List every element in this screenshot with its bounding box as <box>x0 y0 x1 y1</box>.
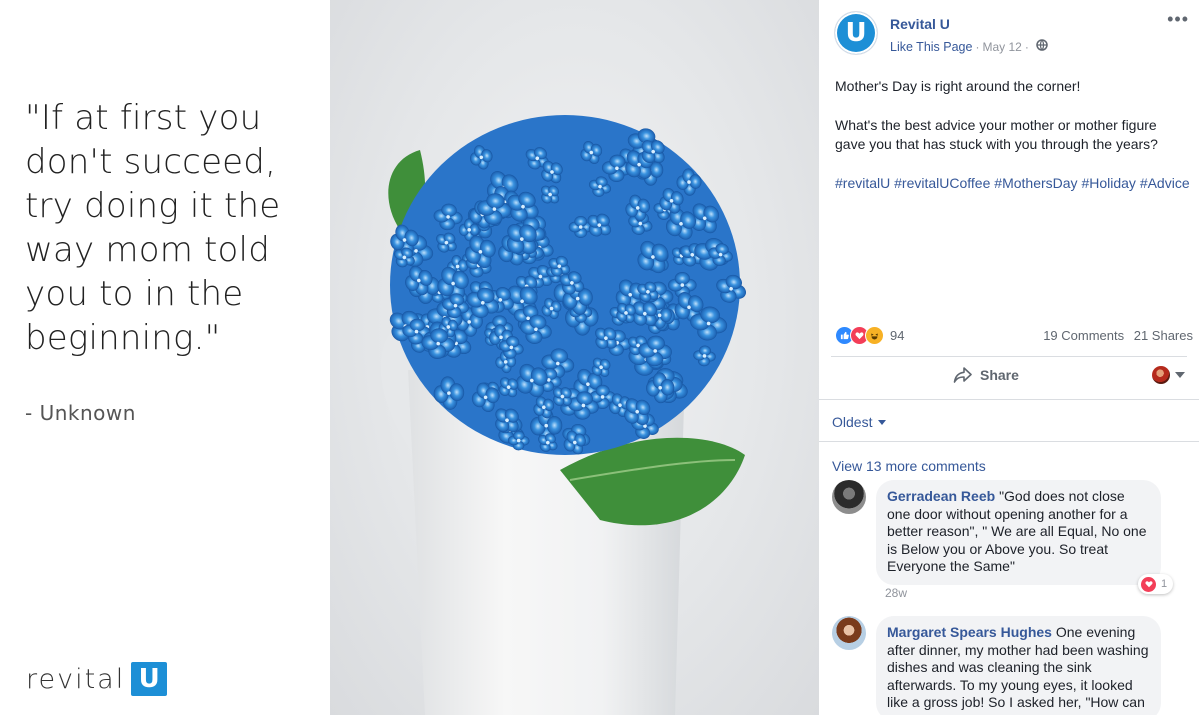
post-panel: U Revital U Like This Page · May 12 · ••… <box>819 0 1199 715</box>
post-photo[interactable] <box>330 0 819 715</box>
post-date[interactable]: May 12 <box>982 40 1021 54</box>
comment: Gerradean Reeb "God does not close one d… <box>832 480 1174 600</box>
reactions-row: 94 19 Comments 21 Shares <box>835 324 1193 346</box>
share-label: Share <box>980 367 1019 383</box>
divider <box>831 356 1187 357</box>
engagement-counts: 19 Comments 21 Shares <box>1037 328 1193 343</box>
reaction-icons[interactable] <box>835 325 884 345</box>
hydrangea-photo <box>380 115 746 715</box>
comment-bubble: Gerradean Reeb "God does not close one d… <box>876 480 1161 585</box>
hashtag-link[interactable]: #Advice <box>1140 175 1190 191</box>
comment-bubble: Margaret Spears Hughes One evening after… <box>876 616 1161 715</box>
like-page-link[interactable]: Like This Page <box>890 40 972 54</box>
haha-reaction-icon <box>865 325 884 345</box>
share-arrow-icon <box>953 367 972 383</box>
post-header: U Revital U Like This Page · May 12 · <box>835 12 1048 54</box>
quote-text: "If at first you don't succeed, try doin… <box>25 98 281 358</box>
chevron-down-icon <box>1175 372 1185 378</box>
post-meta: Like This Page · May 12 · <box>890 39 1048 54</box>
meta-separator: · <box>975 39 980 54</box>
comment-reaction-count: 1 <box>1161 578 1168 590</box>
avatar[interactable] <box>832 616 866 650</box>
page-name-link[interactable]: Revital U <box>890 16 1048 32</box>
brand-wordmark: revital <box>26 663 126 695</box>
reactor-select[interactable] <box>1152 366 1185 384</box>
hashtag-link[interactable]: #Holiday <box>1081 175 1135 191</box>
brand-logo: revital U <box>26 662 168 696</box>
sort-label: Oldest <box>832 414 873 430</box>
divider <box>819 441 1199 442</box>
quote-author: - Unknown <box>25 401 136 425</box>
header-text: Revital U Like This Page · May 12 · <box>890 12 1048 54</box>
comment-timestamp[interactable]: 28w <box>885 586 907 600</box>
share-button[interactable]: Share <box>953 366 1019 384</box>
comment-author-link[interactable]: Gerradean Reeb <box>887 488 995 504</box>
page-avatar[interactable]: U <box>835 12 877 54</box>
avatar[interactable] <box>832 480 866 514</box>
view-more-comments-link[interactable]: View 13 more comments <box>832 458 986 474</box>
chevron-down-icon <box>878 419 887 425</box>
comment-author-link[interactable]: Margaret Spears Hughes <box>887 624 1052 640</box>
reaction-count[interactable]: 94 <box>890 328 904 343</box>
avatar <box>1152 366 1170 384</box>
comment-reaction-badge[interactable]: 1 <box>1138 574 1174 594</box>
ellipsis-icon[interactable]: ••• <box>1167 9 1189 30</box>
action-bar: Share <box>819 358 1199 394</box>
post-hashtags: #revitalU #revitalUCoffee #MothersDay #H… <box>835 174 1190 194</box>
divider <box>819 399 1199 400</box>
comments-count-link[interactable]: 19 Comments <box>1043 328 1124 343</box>
post-text-line2: What's the best advice your mother or mo… <box>835 116 1158 153</box>
comment: Margaret Spears Hughes One evening after… <box>832 616 1161 715</box>
love-reaction-icon <box>1141 576 1156 592</box>
post-body: Mother's Day is right around the corner!… <box>835 77 1190 212</box>
quote-panel: "If at first you don't succeed, try doin… <box>0 0 330 715</box>
post-text-line1: Mother's Day is right around the corner! <box>835 78 1081 94</box>
globe-icon <box>1036 39 1048 54</box>
shares-count-link[interactable]: 21 Shares <box>1134 328 1193 343</box>
meta-separator: · <box>1024 39 1029 54</box>
hashtag-link[interactable]: #MothersDay <box>994 175 1077 191</box>
hashtag-link[interactable]: #revitalU <box>835 175 890 191</box>
brand-u-badge: U <box>131 662 168 696</box>
comment-sort-dropdown[interactable]: Oldest <box>832 414 887 430</box>
hashtag-link[interactable]: #revitalUCoffee <box>894 175 990 191</box>
